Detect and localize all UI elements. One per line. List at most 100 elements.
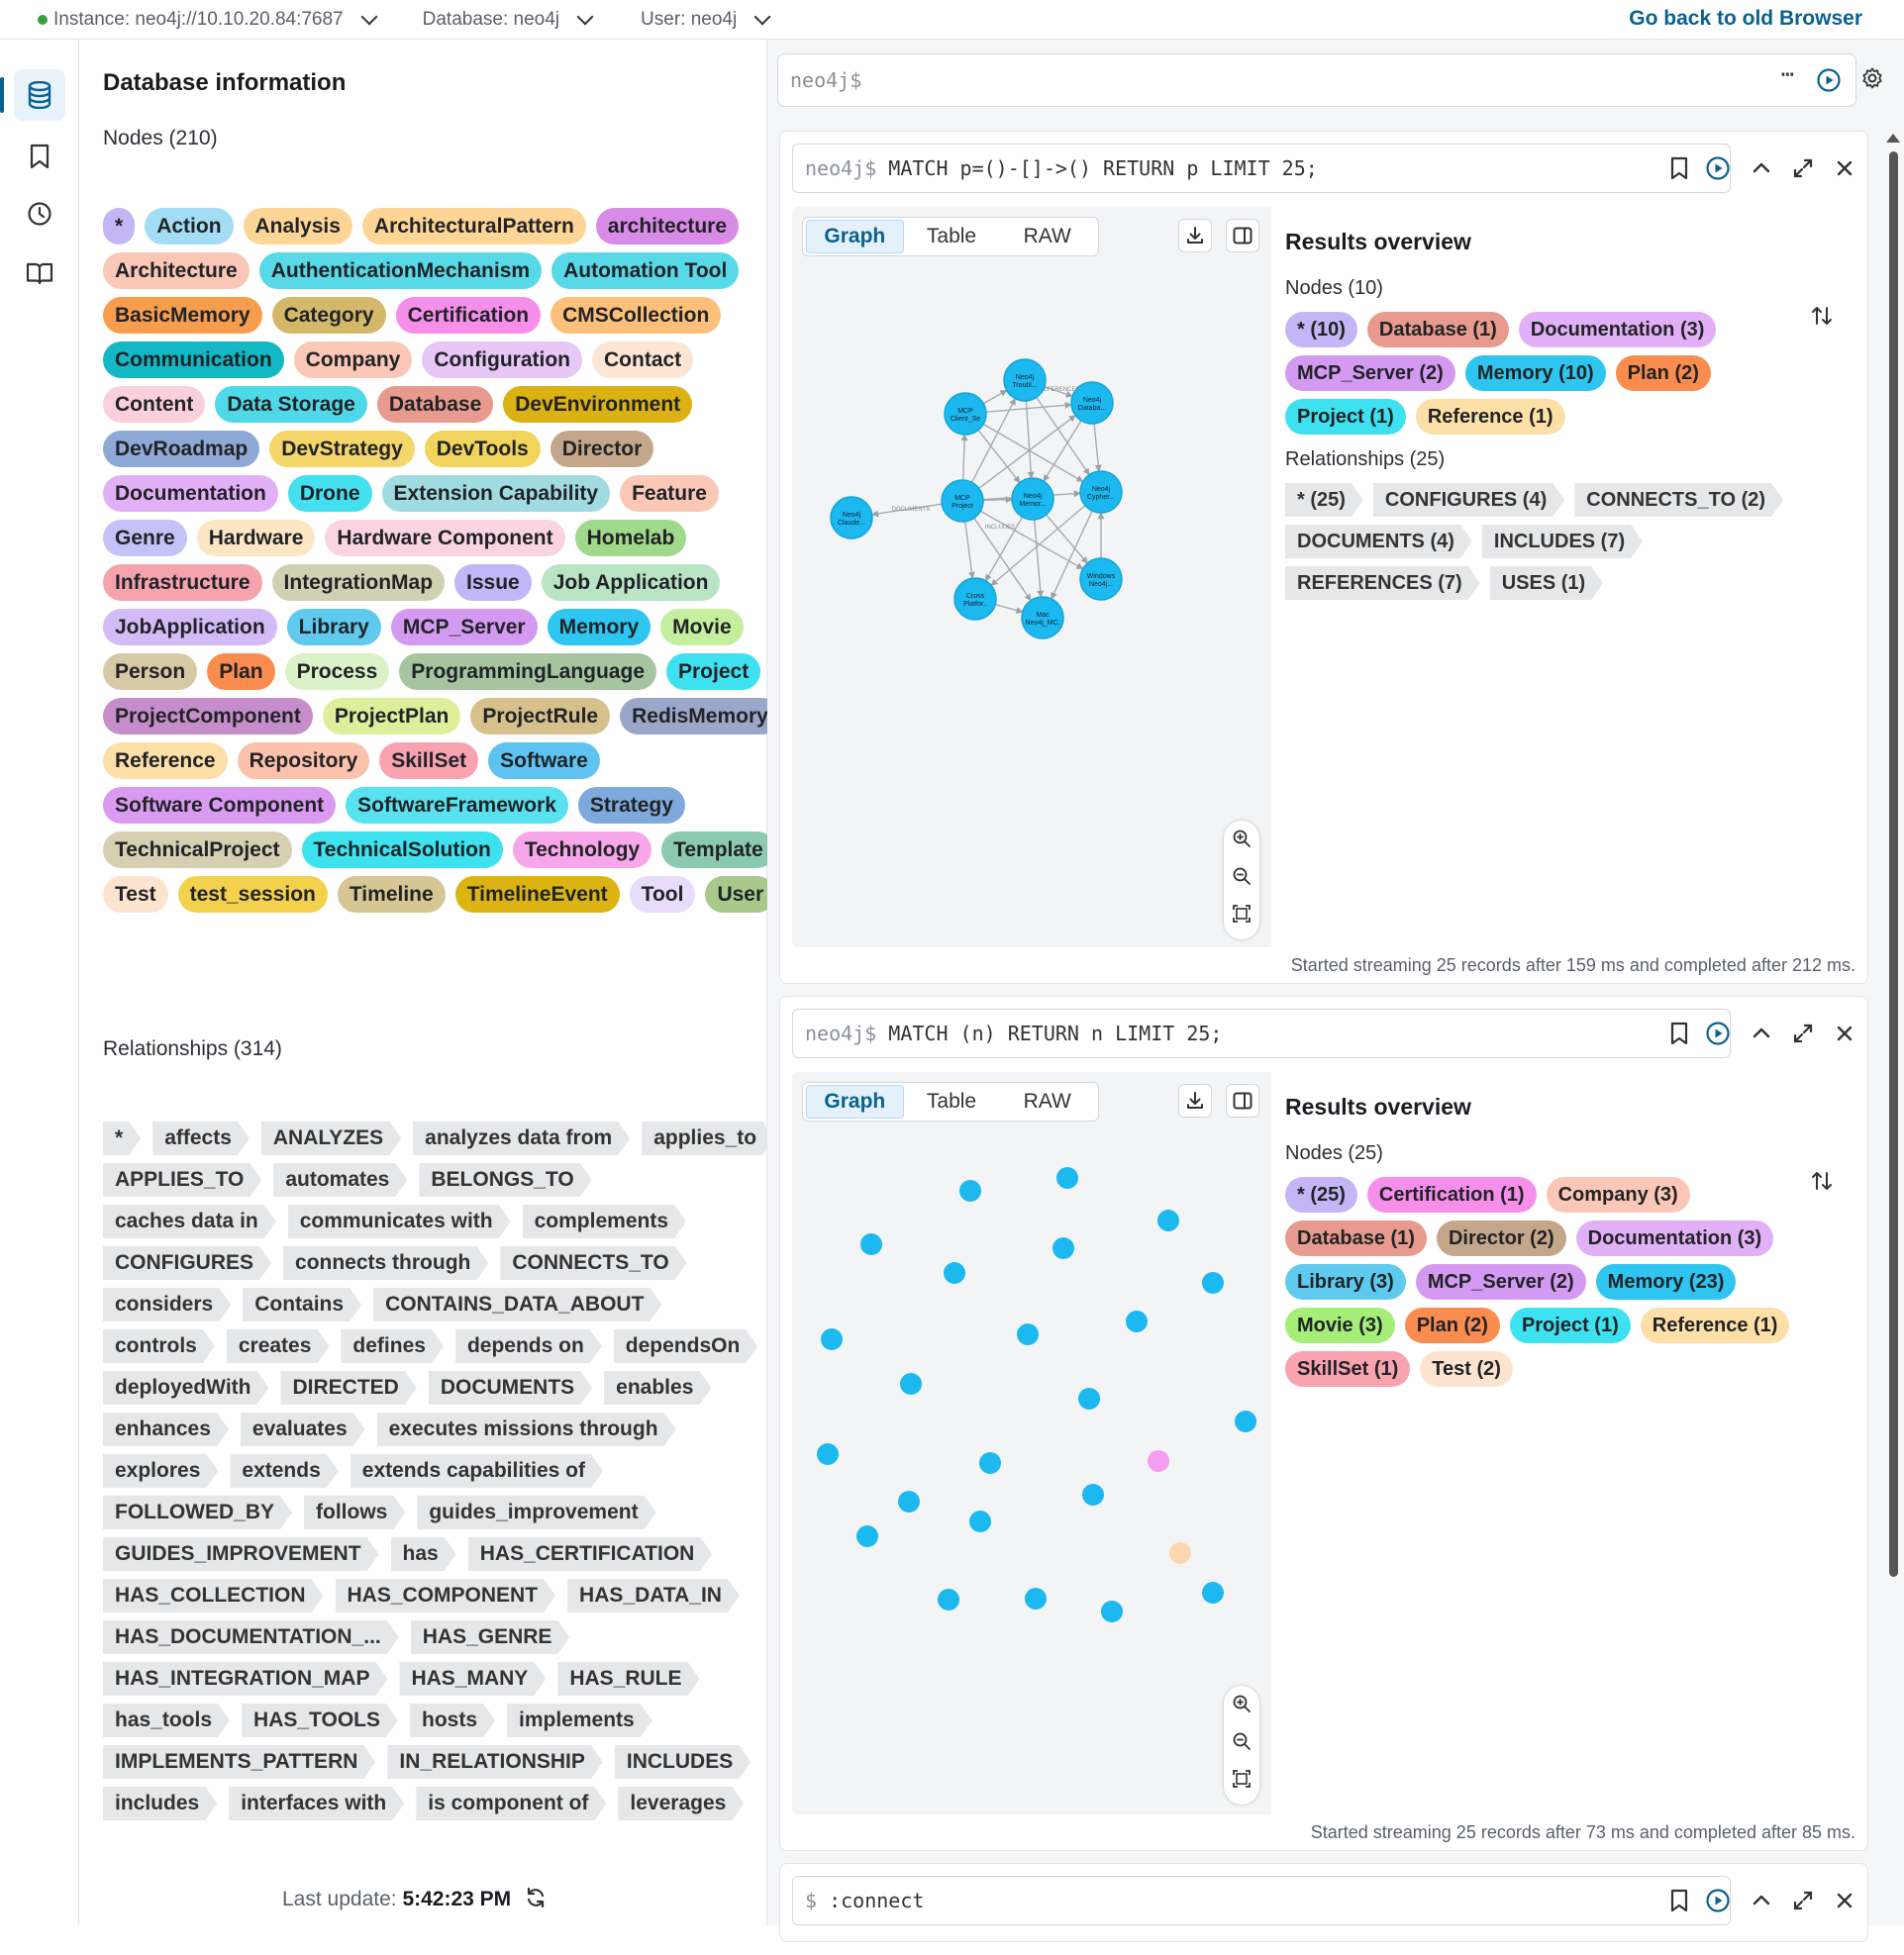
rel-type-tag-in-relationship[interactable]: IN_RELATIONSHIP	[387, 1745, 602, 1779]
guides-button[interactable]	[14, 247, 65, 299]
node-label-tag-reference[interactable]: Reference	[103, 742, 228, 779]
node-label-tag-authenticationmechanism[interactable]: AuthenticationMechanism	[258, 252, 543, 289]
overview-node-tag-documentation-3[interactable]: Documentation (3)	[1518, 312, 1717, 347]
graph-node[interactable]	[900, 1373, 922, 1395]
rel-type-tag-considers[interactable]: considers	[103, 1288, 231, 1321]
node-label-tag-all[interactable]: *	[103, 208, 136, 244]
node-label-tag-redismemory[interactable]: RedisMemory	[620, 698, 780, 734]
overview-node-tag-reference-1[interactable]: Reference (1)	[1640, 1308, 1790, 1343]
graph-node[interactable]: WindowsNeo4j...	[1079, 557, 1123, 601]
graph-node[interactable]: MCPClient_Se	[944, 392, 987, 436]
overview-node-tag-skillset-1[interactable]: SkillSet (1)	[1285, 1351, 1411, 1387]
graph-node[interactable]: Neo4jClaude...	[830, 496, 873, 539]
tab-graph[interactable]: Graph	[806, 1085, 904, 1119]
graph-node[interactable]	[1202, 1582, 1224, 1604]
graph-node[interactable]: CrossPlatfor..	[953, 577, 997, 621]
rel-type-tag-followed-by[interactable]: FOLLOWED_BY	[103, 1496, 292, 1529]
graph-node[interactable]	[1017, 1323, 1039, 1345]
graph-node[interactable]	[1157, 1210, 1179, 1231]
overview-node-tag-database-1[interactable]: Database (1)	[1285, 1221, 1427, 1256]
refresh-icon[interactable]	[525, 1887, 547, 1908]
rel-type-tag-has-data-in[interactable]: HAS_DATA_IN	[567, 1579, 740, 1613]
tab-raw[interactable]: RAW	[999, 221, 1095, 252]
node-label-tag-hardware-component[interactable]: Hardware Component	[325, 520, 565, 556]
node-label-tag-library[interactable]: Library	[286, 609, 381, 645]
rel-type-tag-creates[interactable]: creates	[227, 1329, 330, 1363]
node-label-tag-content[interactable]: Content	[103, 386, 206, 423]
tab-raw[interactable]: RAW	[999, 1086, 1095, 1118]
rel-type-tag-has-component[interactable]: HAS_COMPONENT	[336, 1579, 556, 1613]
overview-node-tag-mcp-server-2[interactable]: MCP_Server (2)	[1285, 355, 1455, 391]
relationship-edge[interactable]	[960, 434, 968, 481]
node-label-tag-feature[interactable]: Feature	[620, 475, 719, 512]
overview-node-tag-memory-10[interactable]: Memory (10)	[1464, 355, 1606, 391]
relationship-edge[interactable]	[995, 603, 1024, 615]
frame-query[interactable]: neo4j$ MATCH (n) RETURN n LIMIT 25;	[792, 1009, 1731, 1058]
zoom-out-icon[interactable]	[1232, 1731, 1252, 1751]
frame-query[interactable]: $ :connect	[792, 1876, 1731, 1925]
rel-type-tag-hosts[interactable]: hosts	[410, 1704, 495, 1737]
fullscreen-icon[interactable]	[1788, 1886, 1818, 1915]
overview-node-tag-certification-1[interactable]: Certification (1)	[1366, 1177, 1537, 1213]
rel-type-tag-has-collection[interactable]: HAS_COLLECTION	[103, 1579, 324, 1613]
tab-graph[interactable]: Graph	[806, 220, 904, 253]
toggle-panel-button[interactable]	[1226, 219, 1259, 252]
rel-type-tag-communicates-with[interactable]: communicates with	[288, 1205, 511, 1238]
overview-rel-tag-documents-4[interactable]: DOCUMENTS (4)	[1285, 525, 1472, 558]
rel-type-tag-evaluates[interactable]: evaluates	[241, 1413, 365, 1446]
node-label-tag-devstrategy[interactable]: DevStrategy	[269, 431, 415, 467]
overview-node-tag-documentation-3[interactable]: Documentation (3)	[1575, 1221, 1774, 1256]
rel-type-tag-applies-to[interactable]: applies_to	[642, 1122, 774, 1155]
graph-visualization[interactable]: Graph Table RAW	[792, 1072, 1271, 1814]
relationship-edge[interactable]	[964, 521, 975, 579]
node-label-tag-job-application[interactable]: Job Application	[541, 564, 721, 601]
node-label-tag-company[interactable]: Company	[293, 342, 413, 378]
node-label-tag-projectplan[interactable]: ProjectPlan	[322, 698, 461, 734]
relationship-edge[interactable]	[1034, 519, 1045, 598]
node-label-tag-test-session[interactable]: test_session	[177, 876, 328, 913]
rel-type-tag-complements[interactable]: complements	[523, 1205, 686, 1238]
run-query-icon[interactable]	[1816, 67, 1842, 93]
overview-rel-tag-25[interactable]: * (25)	[1285, 483, 1363, 517]
rel-type-tag-explores[interactable]: explores	[103, 1454, 218, 1488]
zoom-out-icon[interactable]	[1232, 866, 1252, 886]
overview-node-tag-reference-1[interactable]: Reference (1)	[1415, 399, 1565, 435]
node-label-tag-memory[interactable]: Memory	[547, 609, 651, 645]
rel-type-tag-guides-improvement[interactable]: guides_improvement	[417, 1496, 655, 1529]
rel-type-tag-follows[interactable]: follows	[304, 1496, 405, 1529]
rel-type-tag-enables[interactable]: enables	[604, 1371, 711, 1405]
node-label-tag-process[interactable]: Process	[284, 653, 390, 690]
overview-rel-tag-uses-1[interactable]: USES (1)	[1490, 566, 1603, 600]
overview-node-tag-plan-2[interactable]: Plan (2)	[1404, 1308, 1500, 1343]
node-label-tag-genre[interactable]: Genre	[103, 520, 187, 556]
overview-node-tag-library-3[interactable]: Library (3)	[1285, 1264, 1406, 1300]
collapse-frame-icon[interactable]	[1747, 1019, 1776, 1048]
rel-type-tag-implements[interactable]: implements	[507, 1704, 652, 1737]
database-selector[interactable]: Database: neo4j	[423, 8, 601, 31]
rel-type-tag-automates[interactable]: automates	[273, 1163, 407, 1197]
graph-node[interactable]: MCPProject	[941, 479, 984, 523]
database-info-button[interactable]	[0, 69, 65, 121]
zoom-in-icon[interactable]	[1232, 1694, 1252, 1713]
graph-node[interactable]	[1078, 1388, 1100, 1410]
user-selector[interactable]: User: neo4j	[641, 8, 778, 31]
node-label-tag-contact[interactable]: Contact	[592, 342, 694, 378]
rel-type-tag-guides-improvement[interactable]: GUIDES_IMPROVEMENT	[103, 1537, 379, 1571]
node-label-tag-projectrule[interactable]: ProjectRule	[470, 698, 611, 734]
node-label-tag-issue[interactable]: Issue	[454, 564, 532, 601]
node-label-tag-analysis[interactable]: Analysis	[243, 208, 352, 244]
node-label-tag-user[interactable]: User	[705, 876, 776, 913]
frame-query[interactable]: neo4j$ MATCH p=()-[]->() RETURN p LIMIT …	[792, 144, 1731, 193]
node-label-tag-documentation[interactable]: Documentation	[103, 475, 278, 512]
node-label-tag-architecture[interactable]: Architecture	[103, 252, 250, 289]
node-label-tag-database[interactable]: Database	[376, 386, 494, 423]
rel-type-tag-connects-through[interactable]: connects through	[283, 1246, 488, 1280]
node-label-tag-programminglanguage[interactable]: ProgrammingLanguage	[399, 653, 656, 690]
rel-type-tag-connects-to[interactable]: CONNECTS_TO	[500, 1246, 686, 1280]
rel-type-tag-includes[interactable]: INCLUDES	[615, 1745, 751, 1779]
overview-node-tag-database-1[interactable]: Database (1)	[1366, 312, 1509, 347]
overview-node-tag-project-1[interactable]: Project (1)	[1509, 1308, 1631, 1343]
node-label-tag-basicmemory[interactable]: BasicMemory	[103, 297, 262, 334]
node-label-tag-plan[interactable]: Plan	[207, 653, 275, 690]
overview-node-tag-10[interactable]: * (10)	[1285, 312, 1357, 347]
